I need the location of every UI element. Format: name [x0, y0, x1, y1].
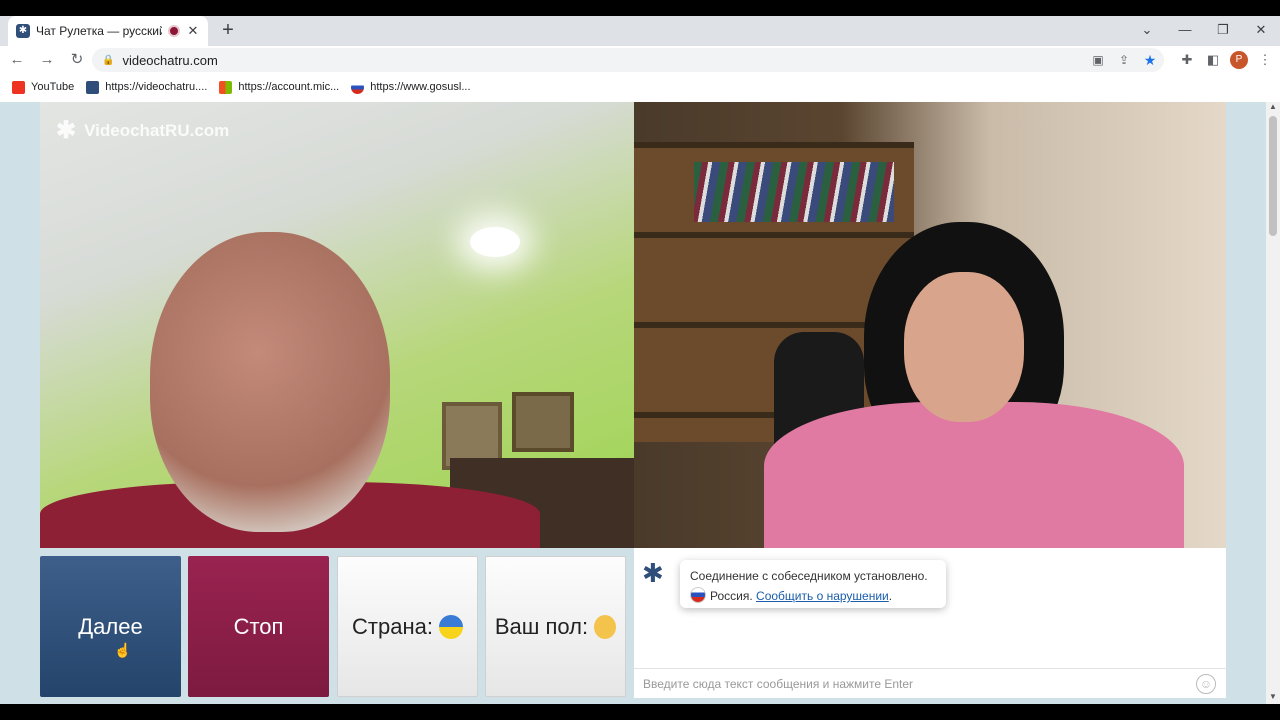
browser-tab-active[interactable]: ✱ Чат Рулетка — русский вид ✕ [8, 16, 208, 46]
forward-button[interactable]: → [34, 47, 60, 73]
omnibox-actions: ▣ ⇪ ★ [1090, 48, 1158, 72]
scroll-thumb[interactable] [1269, 116, 1277, 236]
restore-button[interactable]: ❐ [1204, 16, 1242, 46]
window-controls: ⌄ — ❐ ✕ [1128, 16, 1280, 46]
bookmark-microsoft[interactable]: https://account.mic... [219, 80, 339, 94]
country-select-button[interactable]: Страна: [337, 556, 478, 697]
chat-message-input[interactable]: Введите сюда текст сообщения и нажмите E… [634, 668, 1226, 698]
page-scrollbar[interactable]: ▲ ▼ [1266, 102, 1280, 704]
gender-label: Ваш пол: [494, 613, 589, 639]
bookmarks-bar: YouTube https://videochatru.... https://… [0, 76, 1280, 98]
local-video: ✱ VideochatRU.com [40, 102, 634, 548]
stop-button[interactable]: Стоп [188, 556, 329, 697]
russia-flag-icon [690, 587, 706, 603]
toolbar-right: ✚ ◧ P ⋮ [1178, 46, 1274, 74]
tab-title: Чат Рулетка — русский вид [36, 24, 162, 38]
chat-input-placeholder: Введите сюда текст сообщения и нажмите E… [643, 676, 914, 691]
extensions-icon[interactable]: ✚ [1178, 52, 1196, 68]
system-message: Соединение с собеседником установлено. Р… [680, 560, 946, 608]
woman-emoji-icon [594, 614, 617, 639]
ukraine-flag-icon [438, 614, 463, 639]
country-label: Страна: [352, 613, 433, 639]
videochat-logo-icon: ✱ [642, 558, 664, 588]
videochat-logo-icon: ✱ [56, 117, 77, 144]
youtube-icon [12, 80, 25, 94]
browser-toolbar: ← → ↻ 🔒 videochatru.com ▣ ⇪ ★ ✚ ◧ P ⋮ [0, 46, 1280, 74]
minimize-button[interactable]: — [1166, 16, 1204, 46]
address-bar[interactable]: 🔒 videochatru.com ▣ ⇪ ★ [92, 48, 1164, 72]
tab-strip: ✱ Чат Рулетка — русский вид ✕ + ⌄ — ❐ ✕ [0, 16, 1280, 46]
reload-button[interactable]: ↻ [64, 47, 90, 73]
person-face [904, 272, 1024, 422]
bookmark-gosuslugi[interactable]: https://www.gosusl... [351, 80, 471, 94]
recording-icon [168, 25, 180, 37]
videochat-icon [86, 80, 100, 94]
url-text: videochatru.com [122, 52, 218, 68]
side-panel-icon[interactable]: ◧ [1204, 52, 1222, 68]
close-tab-icon[interactable]: ✕ [186, 23, 200, 39]
scroll-down-icon[interactable]: ▼ [1266, 692, 1280, 704]
chat-panel: ✱ Соединение с собеседником установлено.… [634, 548, 1226, 698]
new-tab-button[interactable]: + [216, 19, 240, 43]
camera-icon[interactable]: ▣ [1090, 53, 1106, 67]
mouse-cursor-icon: ☝ [114, 642, 132, 658]
page-content: ✱ VideochatRU.com Далее Стоп Страна: Ваш… [0, 102, 1266, 704]
scroll-up-icon[interactable]: ▲ [1266, 102, 1280, 114]
site-watermark: ✱ VideochatRU.com [56, 117, 230, 144]
browser-chrome: ✱ Чат Рулетка — русский вид ✕ + ⌄ — ❐ ✕ … [0, 16, 1280, 102]
report-violation-link[interactable]: Сообщить о нарушении [756, 589, 889, 603]
share-icon[interactable]: ⇪ [1116, 53, 1132, 67]
profile-avatar[interactable]: P [1230, 51, 1248, 69]
books [694, 162, 894, 222]
tab-search-icon[interactable]: ⌄ [1128, 16, 1166, 46]
lock-icon[interactable]: 🔒 [102, 55, 114, 66]
bookmark-star-icon[interactable]: ★ [1142, 52, 1158, 69]
menu-kebab-icon[interactable]: ⋮ [1256, 52, 1274, 68]
partner-country: Россия. Сообщить о нарушении. [690, 586, 936, 606]
ceiling-lamp [470, 227, 520, 257]
gosuslugi-icon [351, 80, 365, 94]
wall-picture [512, 392, 574, 452]
connection-message: Соединение с собеседником установлено. [690, 569, 928, 583]
person-shirt [764, 402, 1184, 548]
back-button[interactable]: ← [4, 47, 30, 73]
bookmark-videochatru[interactable]: https://videochatru.... [86, 80, 207, 94]
close-window-button[interactable]: ✕ [1242, 16, 1280, 46]
emoji-picker-icon[interactable]: ☺ [1196, 674, 1216, 694]
bookmark-youtube[interactable]: YouTube [12, 80, 74, 94]
gender-select-button[interactable]: Ваш пол: [485, 556, 626, 697]
remote-video [634, 102, 1226, 548]
person-face [150, 232, 390, 532]
next-button[interactable]: Далее [40, 556, 181, 697]
site-favicon-icon: ✱ [16, 24, 30, 38]
microsoft-icon [219, 80, 233, 94]
